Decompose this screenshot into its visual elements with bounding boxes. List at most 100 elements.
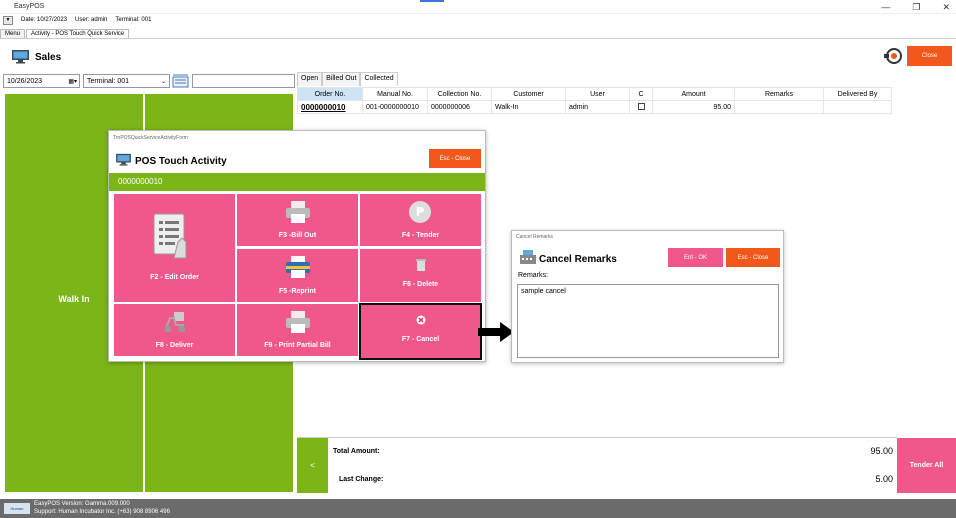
tender-button[interactable]: ₱ F4 - Tender [360, 194, 481, 246]
cell-collection-no: 0000000006 [427, 100, 492, 114]
col-delivered-by[interactable]: Delivered By [823, 87, 892, 101]
tender-all-button[interactable]: Tender All [897, 438, 956, 493]
esc-close-button[interactable]: Esc - Close [429, 149, 481, 168]
module-tabs: Menu Activity - POS Touch Quick Service [0, 27, 956, 39]
cell-amount: 95.00 [652, 100, 735, 114]
delivery-scooter-icon [164, 312, 186, 333]
print-partial-bill-button[interactable]: F9 - Print Partial Bill [237, 304, 358, 356]
title-bar: EasyPOS — ❐ ✕ [0, 0, 956, 14]
col-c[interactable]: C [629, 87, 653, 101]
window-controls: — ❐ ✕ [881, 0, 950, 14]
ent-ok-button[interactable]: Ent - OK [668, 248, 723, 267]
date-value: 10/26/2023 [7, 77, 43, 85]
date-picker[interactable]: 10/26/2023 ▦▾ [3, 74, 80, 88]
edit-order-button[interactable]: F2 - Edit Order [114, 194, 235, 302]
table-row[interactable]: 0000000010 001-0000000010 0000000006 Wal… [297, 100, 892, 114]
edit-order-label: F2 - Edit Order [150, 274, 199, 281]
cell-order-no[interactable]: 0000000010 [297, 100, 363, 114]
bill-out-button[interactable]: F3 -Bill Out [237, 194, 358, 246]
remarks-title: Cancel Remarks [539, 254, 617, 265]
bill-out-label: F3 -Bill Out [278, 232, 317, 239]
peso-coin-icon: ₱ [409, 201, 431, 223]
cancel-x-icon [416, 315, 426, 325]
monitor-icon [116, 153, 131, 166]
terminal-select[interactable]: Terminal: 001 ⌄ [83, 74, 170, 88]
page-title: Sales [35, 52, 62, 63]
cancel-button[interactable]: F7 - Cancel [359, 303, 482, 360]
page-header: Sales Close [0, 40, 956, 74]
trash-icon [416, 259, 426, 271]
back-button[interactable]: < [297, 438, 328, 493]
chevron-down-icon[interactable]: ⌄ [161, 78, 166, 85]
orders-table: Order No. Manual No. Collection No. Cust… [297, 87, 892, 114]
settings-gear-icon[interactable] [884, 47, 904, 65]
last-change-label: Last Change: [339, 476, 384, 483]
col-manual-no[interactable]: Manual No. [362, 87, 428, 101]
col-remarks[interactable]: Remarks [734, 87, 824, 101]
window-title: EasyPOS [14, 3, 45, 10]
printer-icon [286, 201, 310, 223]
reprint-button[interactable]: F5 -Reprint [237, 249, 358, 302]
col-amount[interactable]: Amount [652, 87, 735, 101]
cash-register-icon [520, 250, 536, 264]
total-amount-label: Total Amount: [333, 448, 380, 455]
total-amount-value: 95.00 [870, 446, 893, 456]
close-window-icon[interactable]: ✕ [942, 2, 950, 13]
delete-label: F6 - Delete [402, 281, 439, 288]
col-order-no[interactable]: Order No. [297, 87, 363, 101]
cancel-label: F7 - Cancel [401, 336, 440, 343]
minimize-icon[interactable]: — [881, 2, 890, 12]
version-text: EasyPOS Version: Gamma.009.000 [34, 501, 130, 507]
print-partial-bill-label: F9 - Print Partial Bill [264, 342, 331, 349]
info-terminal: Terminal: 001 [115, 17, 152, 23]
tab-billed-out[interactable]: Billed Out [322, 72, 361, 86]
remarks-label: Remarks: [518, 272, 548, 279]
color-printer-icon [286, 256, 310, 278]
svg-text:₱: ₱ [416, 205, 425, 219]
tab-activity[interactable]: Activity - POS Touch Quick Service [26, 29, 130, 38]
cancel-remarks-dialog: Cancel Remarks Cancel Remarks Ent - OK E… [511, 230, 784, 363]
remarks-form-name: Cancel Remarks [516, 234, 553, 240]
menu-dropdown-icon[interactable]: ▼ [3, 15, 13, 25]
info-bar: ▼ Date: 10/27/2023 User: admin Terminal:… [0, 14, 956, 26]
collected-checkbox[interactable] [637, 103, 645, 111]
close-button[interactable]: Close [907, 46, 952, 66]
col-collection-no[interactable]: Collection No. [427, 87, 492, 101]
tab-menu[interactable]: Menu [0, 29, 26, 38]
tab-collected[interactable]: Collected [360, 72, 398, 86]
remarks-textarea[interactable]: sample cancel [517, 284, 779, 358]
cell-remarks [734, 100, 824, 114]
pos-touch-activity-dialog: TrnPOSQuickServiceActivityForm POS Touch… [108, 130, 486, 362]
info-user: User: admin [75, 17, 108, 23]
table-header-row: Order No. Manual No. Collection No. Cust… [297, 87, 892, 101]
last-change-value: 5.00 [875, 474, 893, 484]
col-user[interactable]: User [565, 87, 630, 101]
keyboard-icon[interactable] [172, 74, 189, 88]
support-text: Support: Human Incubator Inc. (+63) 908 … [34, 509, 170, 515]
cell-customer: Walk-In [491, 100, 566, 114]
arrow-right-icon [478, 322, 514, 342]
dialog-form-name: TrnPOSQuickServiceActivityForm [113, 135, 188, 141]
terminal-value: Terminal: 001 [87, 77, 130, 85]
reprint-label: F5 -Reprint [279, 288, 316, 295]
cell-delivered-by [823, 100, 892, 114]
monitor-icon [12, 50, 29, 64]
col-customer[interactable]: Customer [491, 87, 566, 101]
calendar-dropdown-icon[interactable]: ▦▾ [68, 78, 77, 85]
printer-icon [286, 311, 310, 333]
dialog-title: POS Touch Activity [135, 156, 227, 167]
esc-close-button[interactable]: Esc - Close [726, 248, 780, 267]
order-status-tabs: Open Billed Out Collected [297, 72, 398, 86]
delete-button[interactable]: F6 - Delete [360, 249, 481, 302]
tender-label: F4 - Tender [401, 232, 440, 239]
status-bar: Human Incubator EasyPOS Version: Gamma.0… [0, 499, 956, 518]
maximize-icon[interactable]: ❐ [912, 2, 920, 13]
search-input[interactable] [192, 74, 295, 88]
deliver-button[interactable]: F8 - Deliver [114, 304, 235, 356]
cell-c[interactable] [629, 100, 653, 114]
info-date: Date: 10/27/2023 [21, 17, 68, 23]
tab-open[interactable]: Open [297, 72, 323, 86]
edit-order-icon [153, 213, 187, 259]
company-logo: Human Incubator [4, 503, 30, 518]
cell-user: admin [565, 100, 630, 114]
